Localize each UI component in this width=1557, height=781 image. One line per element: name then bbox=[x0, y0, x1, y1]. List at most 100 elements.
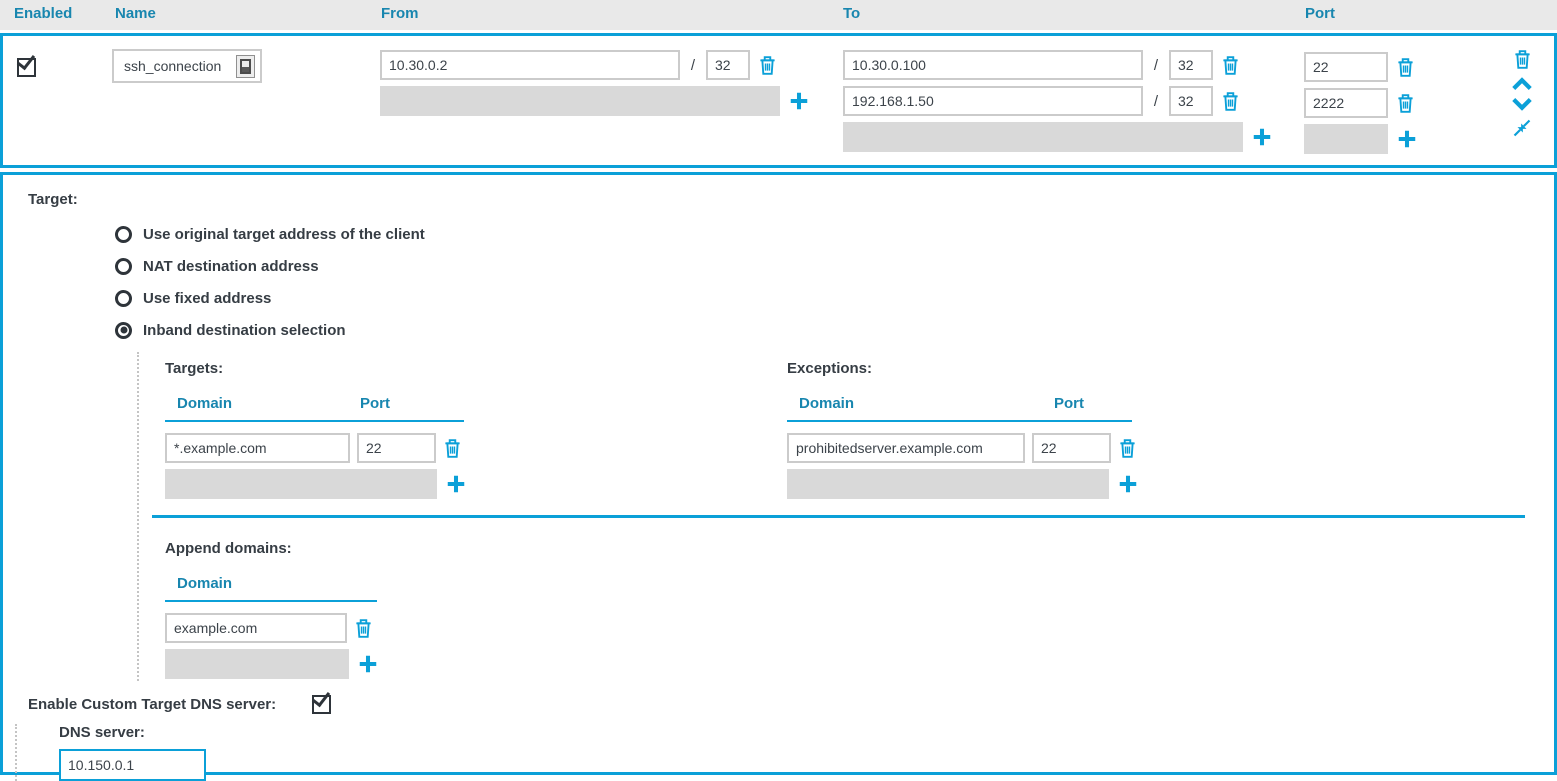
column-header-from: From bbox=[381, 5, 419, 22]
port-column bbox=[1304, 52, 1418, 154]
delete-to-entry-2-icon[interactable] bbox=[1221, 91, 1240, 112]
add-port-icon[interactable] bbox=[1396, 128, 1418, 150]
append-domains-row bbox=[165, 613, 1554, 643]
targets-add-row bbox=[165, 469, 787, 499]
dns-server-input[interactable] bbox=[59, 749, 206, 781]
radio-label: Inband destination selection bbox=[143, 322, 346, 339]
port-empty-row bbox=[1304, 124, 1388, 154]
radio-nat[interactable] bbox=[115, 258, 132, 275]
to-add-row bbox=[843, 122, 1273, 152]
from-column: / bbox=[380, 50, 810, 116]
column-header-port: Port bbox=[1305, 5, 1335, 22]
exceptions-port-input[interactable] bbox=[1032, 433, 1111, 463]
target-options: Use original target address of the clien… bbox=[115, 224, 1554, 340]
column-header-enabled: Enabled bbox=[14, 5, 72, 22]
delete-row-icon[interactable] bbox=[1513, 49, 1532, 70]
append-domains-header: Domain bbox=[165, 575, 377, 602]
exceptions-empty-row bbox=[787, 469, 1109, 499]
target-option-fixed[interactable]: Use fixed address bbox=[115, 288, 1554, 308]
targets-table: Targets: Domain Port bbox=[152, 360, 787, 499]
targets-row bbox=[165, 433, 787, 463]
to-entry: / bbox=[843, 86, 1273, 116]
connection-row: / / / bbox=[0, 33, 1557, 168]
delete-exception-row-icon[interactable] bbox=[1118, 438, 1137, 459]
targets-port-input[interactable] bbox=[357, 433, 436, 463]
target-section: Target: Use original target address of t… bbox=[0, 172, 1557, 775]
move-row-down-icon[interactable] bbox=[1511, 97, 1533, 112]
prefix-separator: / bbox=[1151, 57, 1161, 74]
exceptions-row bbox=[787, 433, 1139, 463]
from-prefix-input[interactable] bbox=[706, 50, 750, 80]
from-address-input[interactable] bbox=[380, 50, 680, 80]
radio-label: NAT destination address bbox=[143, 258, 319, 275]
add-exception-row-icon[interactable] bbox=[1117, 473, 1139, 495]
column-header-to: To bbox=[843, 5, 860, 22]
targets-port-header: Port bbox=[360, 395, 390, 412]
targets-empty-row bbox=[165, 469, 437, 499]
to-empty-row bbox=[843, 122, 1243, 152]
dns-server-label: DNS server: bbox=[59, 724, 1554, 741]
append-domain-input[interactable] bbox=[165, 613, 347, 643]
port-input-1[interactable] bbox=[1304, 52, 1388, 82]
prefix-separator: / bbox=[688, 57, 698, 74]
append-domains-empty-row bbox=[165, 649, 349, 679]
to-prefix-input-1[interactable] bbox=[1169, 50, 1213, 80]
target-option-inband[interactable]: Inband destination selection bbox=[115, 320, 1554, 340]
radio-original[interactable] bbox=[115, 226, 132, 243]
autofill-icon bbox=[236, 55, 255, 78]
row-actions bbox=[1511, 49, 1533, 138]
delete-to-entry-1-icon[interactable] bbox=[1221, 55, 1240, 76]
from-empty-row bbox=[380, 86, 780, 116]
to-address-input-1[interactable] bbox=[843, 50, 1143, 80]
enabled-checkbox[interactable] bbox=[17, 58, 36, 77]
dns-enable-row: Enable Custom Target DNS server: bbox=[28, 695, 1554, 714]
exceptions-domain-header: Domain bbox=[799, 395, 1054, 412]
target-option-original[interactable]: Use original target address of the clien… bbox=[115, 224, 1554, 244]
append-domains-table: Append domains: Domain bbox=[152, 540, 1554, 679]
dns-server-block: DNS server: bbox=[15, 724, 1554, 781]
from-add-row bbox=[380, 86, 810, 116]
delete-target-row-icon[interactable] bbox=[443, 438, 462, 459]
target-option-nat[interactable]: NAT destination address bbox=[115, 256, 1554, 276]
targets-table-header: Domain Port bbox=[165, 395, 464, 422]
collapse-row-icon[interactable] bbox=[1512, 118, 1532, 138]
name-column bbox=[112, 49, 262, 83]
column-header-name: Name bbox=[115, 5, 156, 22]
exceptions-add-row bbox=[787, 469, 1139, 499]
radio-fixed[interactable] bbox=[115, 290, 132, 307]
from-entry: / bbox=[380, 50, 810, 80]
append-domains-add-row bbox=[165, 649, 1554, 679]
delete-append-domain-icon[interactable] bbox=[354, 618, 373, 639]
to-entry: / bbox=[843, 50, 1273, 80]
port-entry bbox=[1304, 88, 1418, 118]
dns-enable-checkbox[interactable] bbox=[312, 695, 331, 714]
add-from-entry-icon[interactable] bbox=[788, 90, 810, 112]
radio-label: Use original target address of the clien… bbox=[143, 226, 425, 243]
add-append-domain-icon[interactable] bbox=[357, 653, 379, 675]
radio-label: Use fixed address bbox=[143, 290, 271, 307]
add-target-row-icon[interactable] bbox=[445, 473, 467, 495]
delete-port-2-icon[interactable] bbox=[1396, 93, 1415, 114]
to-address-input-2[interactable] bbox=[843, 86, 1143, 116]
append-domain-header: Domain bbox=[177, 575, 360, 592]
move-row-up-icon[interactable] bbox=[1511, 76, 1533, 91]
to-prefix-input-2[interactable] bbox=[1169, 86, 1213, 116]
inband-settings: Targets: Domain Port Exceptions: bbox=[137, 352, 1554, 681]
grid-header: Enabled Name From To Port bbox=[0, 0, 1557, 30]
add-to-entry-icon[interactable] bbox=[1251, 126, 1273, 148]
delete-from-entry-icon[interactable] bbox=[758, 55, 777, 76]
radio-inband[interactable] bbox=[115, 322, 132, 339]
targets-domain-input[interactable] bbox=[165, 433, 350, 463]
prefix-separator: / bbox=[1151, 93, 1161, 110]
delete-port-1-icon[interactable] bbox=[1396, 57, 1415, 78]
port-entry bbox=[1304, 52, 1418, 82]
name-input-field[interactable] bbox=[122, 57, 226, 75]
port-input-2[interactable] bbox=[1304, 88, 1388, 118]
target-label: Target: bbox=[28, 191, 1554, 208]
name-input[interactable] bbox=[112, 49, 262, 83]
exceptions-table-header: Domain Port bbox=[787, 395, 1132, 422]
exceptions-domain-input[interactable] bbox=[787, 433, 1025, 463]
append-domains-label: Append domains: bbox=[165, 540, 1554, 557]
targets-domain-header: Domain bbox=[177, 395, 360, 412]
dns-enable-label: Enable Custom Target DNS server: bbox=[28, 696, 276, 713]
